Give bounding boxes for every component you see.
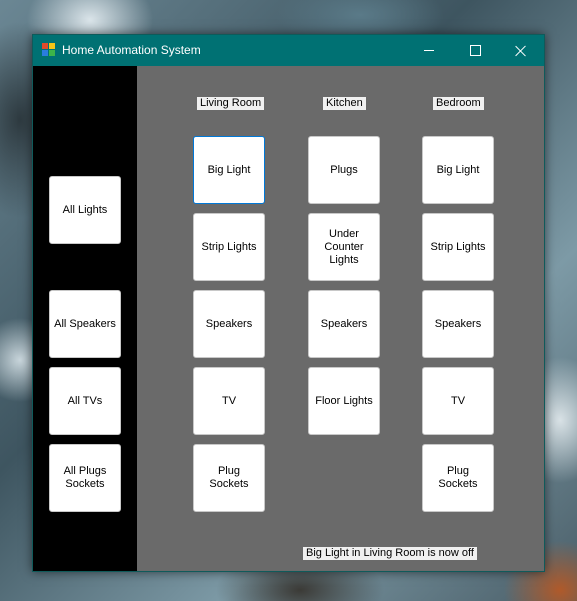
living-room-big-light-button[interactable]: Big Light <box>193 136 265 204</box>
living-room-plug-sockets-button[interactable]: Plug Sockets <box>193 444 265 512</box>
kitchen-plugs-button[interactable]: Plugs <box>308 136 380 204</box>
app-icon <box>42 43 56 57</box>
title-bar[interactable]: Home Automation System <box>33 35 544 66</box>
living-room-tv-button[interactable]: TV <box>193 367 265 435</box>
close-icon <box>515 45 527 57</box>
bedroom-speakers-button[interactable]: Speakers <box>422 290 494 358</box>
room-panel: Living Room Kitchen Bedroom Big Light St… <box>137 66 544 571</box>
bedroom-label: Bedroom <box>433 97 484 110</box>
living-room-label: Living Room <box>197 97 265 110</box>
living-room-speakers-button[interactable]: Speakers <box>193 290 265 358</box>
bedroom-strip-lights-button[interactable]: Strip Lights <box>422 213 494 281</box>
close-button[interactable] <box>498 35 544 66</box>
kitchen-under-counter-lights-button[interactable]: Under Counter Lights <box>308 213 380 281</box>
all-lights-button[interactable]: All Lights <box>49 176 121 244</box>
all-plugs-sockets-button[interactable]: All Plugs Sockets <box>49 444 121 512</box>
sidebar: All Lights All Speakers All TVs All Plug… <box>33 66 137 571</box>
all-speakers-button[interactable]: All Speakers <box>49 290 121 358</box>
app-window: Home Automation System All Lights All Sp… <box>32 34 545 572</box>
status-message: Big Light in Living Room is now off <box>303 547 477 560</box>
maximize-icon <box>469 45 481 56</box>
window-title: Home Automation System <box>62 43 201 57</box>
maximize-button[interactable] <box>452 35 498 66</box>
all-tvs-button[interactable]: All TVs <box>49 367 121 435</box>
minimize-button[interactable] <box>406 35 452 66</box>
bedroom-plug-sockets-button[interactable]: Plug Sockets <box>422 444 494 512</box>
bedroom-big-light-button[interactable]: Big Light <box>422 136 494 204</box>
kitchen-label: Kitchen <box>323 97 366 110</box>
minimize-icon <box>424 50 434 51</box>
kitchen-speakers-button[interactable]: Speakers <box>308 290 380 358</box>
kitchen-floor-lights-button[interactable]: Floor Lights <box>308 367 380 435</box>
living-room-strip-lights-button[interactable]: Strip Lights <box>193 213 265 281</box>
bedroom-tv-button[interactable]: TV <box>422 367 494 435</box>
